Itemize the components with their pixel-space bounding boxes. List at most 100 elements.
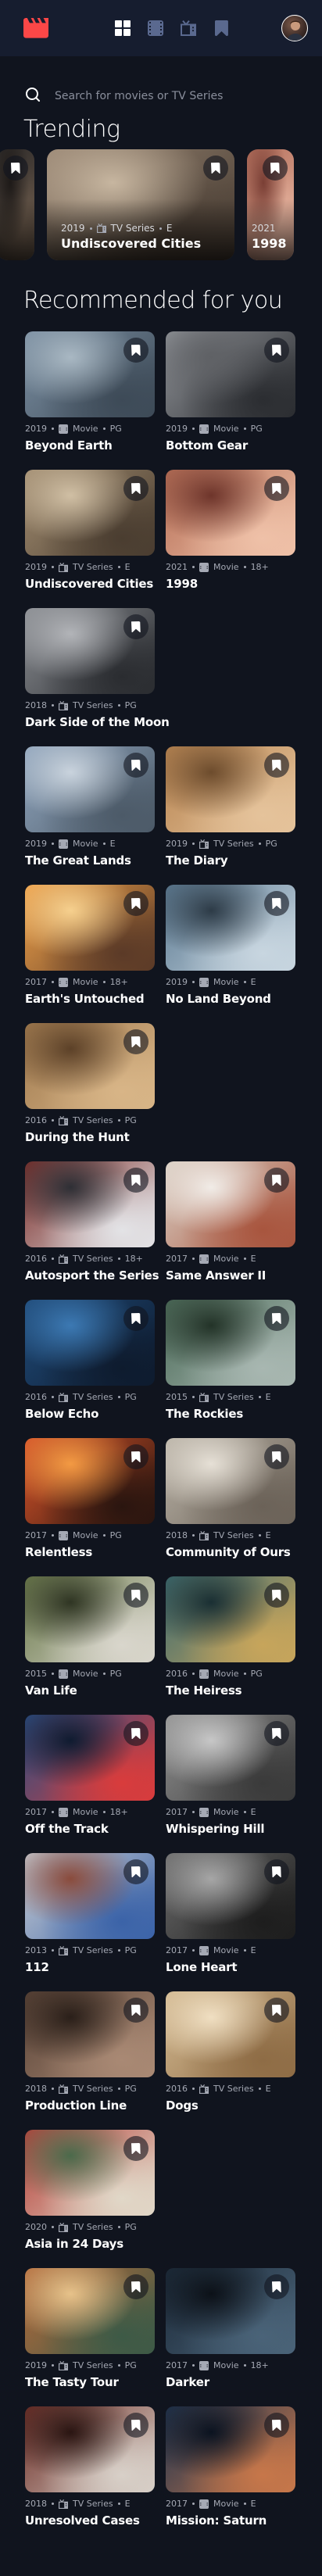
media-card[interactable]: 2016 TV Series 18+ Autosport the Series — [25, 1161, 159, 1300]
bookmark-toggle-icon[interactable] — [123, 1583, 148, 1608]
media-card[interactable]: 2016 Movie PG The Heiress — [166, 1576, 295, 1715]
media-thumbnail[interactable] — [166, 331, 295, 417]
media-thumbnail[interactable] — [166, 746, 295, 832]
media-card[interactable]: 2019 TV Series E Undiscovered Cities — [25, 470, 155, 608]
media-card[interactable]: 2019 TV Series PG The Diary — [166, 746, 295, 885]
avatar[interactable] — [281, 15, 308, 41]
bookmark-toggle-icon[interactable] — [123, 753, 148, 778]
media-thumbnail[interactable] — [25, 1576, 155, 1662]
bookmark-toggle-icon[interactable] — [3, 156, 28, 181]
media-card[interactable]: 2015 TV Series E The Rockies — [166, 1300, 295, 1438]
media-card[interactable]: 2018 TV Series PG Production Line — [25, 1991, 155, 2130]
media-card[interactable]: 2019 Movie E The Great Lands — [25, 746, 155, 885]
bookmark-toggle-icon[interactable] — [264, 1168, 289, 1193]
bookmark-toggle-icon[interactable] — [123, 891, 148, 916]
media-card[interactable]: 2019 Movie PG Beyond Earth — [25, 331, 155, 470]
media-card[interactable]: 2019 Movie PG Bottom Gear — [166, 331, 295, 470]
search-input[interactable] — [55, 90, 289, 102]
media-thumbnail[interactable] — [166, 1853, 295, 1939]
media-card[interactable]: 2020 TV Series PG Asia in 24 Days — [25, 2130, 155, 2268]
media-thumbnail[interactable] — [25, 470, 155, 556]
media-card[interactable]: 2018 TV Series PG Dark Side of the Moon — [25, 608, 170, 746]
trending-card[interactable] — [0, 149, 34, 260]
media-card[interactable]: 2017 Movie E Mission: Saturn — [166, 2406, 295, 2545]
bookmark-toggle-icon[interactable] — [123, 1444, 148, 1469]
media-thumbnail[interactable] — [25, 1023, 155, 1109]
media-thumbnail[interactable] — [166, 885, 295, 971]
media-card[interactable]: 2018 TV Series E Community of Ours — [166, 1438, 295, 1576]
bookmark-toggle-icon[interactable] — [264, 2413, 289, 2438]
media-thumbnail[interactable] — [25, 2268, 155, 2354]
media-thumbnail[interactable] — [166, 1438, 295, 1524]
media-card[interactable]: 2017 Movie PG Relentless — [25, 1438, 155, 1576]
trending-card[interactable]: 2021 1998 — [247, 149, 294, 260]
bookmark-toggle-icon[interactable] — [123, 2413, 148, 2438]
bookmark-toggle-icon[interactable] — [264, 1721, 289, 1746]
media-thumbnail[interactable] — [166, 1991, 295, 2077]
bookmark-toggle-icon[interactable] — [123, 1859, 148, 1884]
trending-card[interactable]: 2019 TV Series E Undiscovered Cities — [47, 149, 234, 260]
bookmark-toggle-icon[interactable] — [264, 1444, 289, 1469]
trending-carousel[interactable]: 2019 TV Series E Undiscovered Cities 2021 19… — [0, 149, 322, 260]
media-thumbnail[interactable] — [25, 1300, 155, 1386]
bookmark-toggle-icon[interactable] — [123, 614, 148, 639]
media-card[interactable]: 2021 Movie 18+ 1998 — [166, 470, 295, 608]
media-card[interactable]: 2015 Movie PG Van Life — [25, 1576, 155, 1715]
media-card[interactable]: 2013 TV Series PG 112 — [25, 1853, 155, 1991]
bookmark-icon[interactable] — [213, 20, 229, 36]
home-icon[interactable] — [115, 20, 131, 36]
logo-icon[interactable] — [23, 18, 48, 38]
media-thumbnail[interactable] — [25, 885, 155, 971]
bookmark-toggle-icon[interactable] — [264, 476, 289, 501]
bookmark-toggle-icon[interactable] — [264, 1583, 289, 1608]
bookmark-toggle-icon[interactable] — [264, 891, 289, 916]
movies-icon[interactable] — [148, 20, 163, 36]
media-card[interactable]: 2017 Movie 18+ Earth's Untouched — [25, 885, 155, 1023]
media-card[interactable]: 2017 Movie 18+ Off the Track — [25, 1715, 155, 1853]
bookmark-toggle-icon[interactable] — [264, 1998, 289, 2023]
media-thumbnail[interactable] — [25, 1715, 155, 1801]
media-thumbnail[interactable] — [166, 2406, 295, 2492]
bookmark-toggle-icon[interactable] — [123, 476, 148, 501]
media-thumbnail[interactable] — [166, 1576, 295, 1662]
media-card[interactable]: 2018 TV Series E Unresolved Cases — [25, 2406, 155, 2545]
bookmark-toggle-icon[interactable] — [264, 753, 289, 778]
media-thumbnail[interactable] — [25, 1438, 155, 1524]
bookmark-toggle-icon[interactable] — [123, 1029, 148, 1054]
bookmark-toggle-icon[interactable] — [123, 1998, 148, 2023]
media-card[interactable]: 2016 TV Series E Dogs — [166, 1991, 295, 2130]
media-thumbnail[interactable] — [25, 331, 155, 417]
media-thumbnail[interactable] — [166, 470, 295, 556]
media-thumbnail[interactable] — [166, 1715, 295, 1801]
media-card[interactable]: 2017 Movie E Whispering Hill — [166, 1715, 295, 1853]
media-card[interactable]: 2016 TV Series PG Below Echo — [25, 1300, 155, 1438]
media-card[interactable]: 2017 Movie E Same Answer II — [166, 1161, 295, 1300]
bookmark-toggle-icon[interactable] — [264, 338, 289, 363]
media-thumbnail[interactable] — [25, 2130, 155, 2216]
media-thumbnail[interactable] — [25, 746, 155, 832]
bookmark-toggle-icon[interactable] — [123, 1306, 148, 1331]
bookmark-toggle-icon[interactable] — [263, 156, 288, 181]
media-thumbnail[interactable] — [25, 2406, 155, 2492]
media-thumbnail[interactable] — [25, 1853, 155, 1939]
media-card[interactable]: 2017 Movie 18+ Darker — [166, 2268, 295, 2406]
bookmark-toggle-icon[interactable] — [123, 1721, 148, 1746]
search-icon[interactable] — [23, 85, 42, 107]
media-thumbnail[interactable] — [25, 608, 155, 694]
bookmark-toggle-icon[interactable] — [123, 338, 148, 363]
media-card[interactable]: 2017 Movie E Lone Heart — [166, 1853, 295, 1991]
media-card[interactable]: 2019 Movie E No Land Beyond — [166, 885, 295, 1023]
bookmark-toggle-icon[interactable] — [203, 156, 228, 181]
media-card[interactable]: 2016 TV Series PG During the Hunt — [25, 1023, 155, 1161]
media-card[interactable]: 2019 TV Series PG The Tasty Tour — [25, 2268, 155, 2406]
bookmark-toggle-icon[interactable] — [123, 1168, 148, 1193]
media-thumbnail[interactable] — [166, 2268, 295, 2354]
bookmark-toggle-icon[interactable] — [264, 2274, 289, 2299]
media-thumbnail[interactable] — [166, 1300, 295, 1386]
bookmark-toggle-icon[interactable] — [123, 2136, 148, 2161]
media-thumbnail[interactable] — [25, 1991, 155, 2077]
bookmark-toggle-icon[interactable] — [264, 1306, 289, 1331]
bookmark-toggle-icon[interactable] — [123, 2274, 148, 2299]
media-thumbnail[interactable] — [166, 1161, 295, 1247]
media-thumbnail[interactable] — [25, 1161, 155, 1247]
